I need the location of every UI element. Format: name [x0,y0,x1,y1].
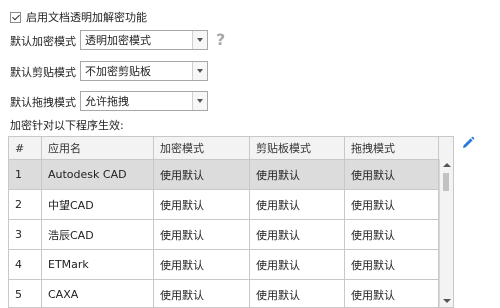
table-row[interactable]: 4 ETMark 使用默认 使用默认 使用默认 [9,250,453,280]
row-number: 3 [9,220,42,249]
column-header-number[interactable]: # [9,137,42,159]
chevron-down-icon[interactable] [192,62,207,80]
clipboard-mode-cell[interactable]: 使用默认 [250,250,345,279]
app-name: CAXA [42,280,154,307]
column-header-drag-mode[interactable]: 拖拽模式 [345,137,439,159]
clipboard-mode-cell[interactable]: 使用默认 [250,160,345,189]
programs-section-label: 加密针对以下程序生效: [10,119,124,132]
drag-mode-cell[interactable]: 使用默认 [345,220,439,249]
table-header: # 应用名 加密模式 剪贴板模式 拖拽模式 [9,137,453,160]
app-name: 中望CAD [42,190,154,219]
clipboard-mode-select[interactable]: 不加密剪贴板 [80,61,208,81]
drag-mode-label: 默认拖拽模式 [10,96,76,109]
clipboard-mode-row: 默认剪贴模式 [10,64,76,80]
drag-mode-cell[interactable]: 使用默认 [345,190,439,219]
encrypt-mode-value: 透明加密模式 [85,34,151,47]
scroll-down-arrow-icon[interactable] [443,299,451,303]
chevron-down-icon[interactable] [192,92,207,110]
drag-mode-cell[interactable]: 使用默认 [345,160,439,189]
drag-mode-select[interactable]: 允许拖拽 [80,91,208,111]
drag-mode-value: 允许拖拽 [85,95,129,108]
clipboard-mode-cell[interactable]: 使用默认 [250,220,345,249]
clipboard-mode-label: 默认剪贴模式 [10,66,76,79]
drag-mode-cell[interactable]: 使用默认 [345,250,439,279]
encrypt-mode-label: 默认加密模式 [10,35,76,48]
column-header-encrypt-mode[interactable]: 加密模式 [154,137,250,159]
column-header-clipboard-mode[interactable]: 剪贴板模式 [250,137,345,159]
encrypt-mode-cell[interactable]: 使用默认 [154,190,250,219]
column-header-app-name[interactable]: 应用名 [42,137,154,159]
scroll-up-arrow-icon[interactable] [443,163,451,167]
enable-encryption-label: 启用文档透明加解密功能 [26,11,147,24]
vertical-scrollbar[interactable] [439,159,453,307]
encrypt-mode-cell[interactable]: 使用默认 [154,250,250,279]
clipboard-mode-value: 不加密剪贴板 [85,65,151,78]
app-name: 浩辰CAD [42,220,154,249]
chevron-down-icon[interactable] [192,31,207,49]
row-number: 2 [9,190,42,219]
enable-encryption-checkbox-row[interactable]: 启用文档透明加解密功能 [10,9,147,25]
clipboard-mode-cell[interactable]: 使用默认 [250,190,345,219]
program-table: # 应用名 加密模式 剪贴板模式 拖拽模式 1 Autodesk CAD 使用默… [8,136,454,308]
row-number: 5 [9,280,42,307]
drag-mode-cell[interactable]: 使用默认 [345,280,439,307]
enable-encryption-checkbox[interactable] [10,11,21,23]
encrypt-mode-select[interactable]: 透明加密模式 [80,30,208,50]
table-row[interactable]: 5 CAXA 使用默认 使用默认 使用默认 [9,280,453,307]
question-mark-icon[interactable]: ? [216,30,225,49]
table-row[interactable]: 1 Autodesk CAD 使用默认 使用默认 使用默认 [9,160,453,190]
encrypt-mode-row: 默认加密模式 [10,33,76,49]
encrypt-mode-cell[interactable]: 使用默认 [154,160,250,189]
programs-section: 加密针对以下程序生效: [10,117,124,133]
row-number: 1 [9,160,42,189]
table-row[interactable]: 2 中望CAD 使用默认 使用默认 使用默认 [9,190,453,220]
row-number: 4 [9,250,42,279]
header-spacer [439,137,453,159]
pencil-icon[interactable] [461,136,475,150]
encrypt-mode-cell[interactable]: 使用默认 [154,220,250,249]
app-name: Autodesk CAD [42,160,154,189]
encrypt-mode-cell[interactable]: 使用默认 [154,280,250,307]
drag-mode-row: 默认拖拽模式 [10,94,76,110]
table-row[interactable]: 3 浩辰CAD 使用默认 使用默认 使用默认 [9,220,453,250]
scrollbar-thumb[interactable] [443,173,449,191]
app-name: ETMark [42,250,154,279]
clipboard-mode-cell[interactable]: 使用默认 [250,280,345,307]
